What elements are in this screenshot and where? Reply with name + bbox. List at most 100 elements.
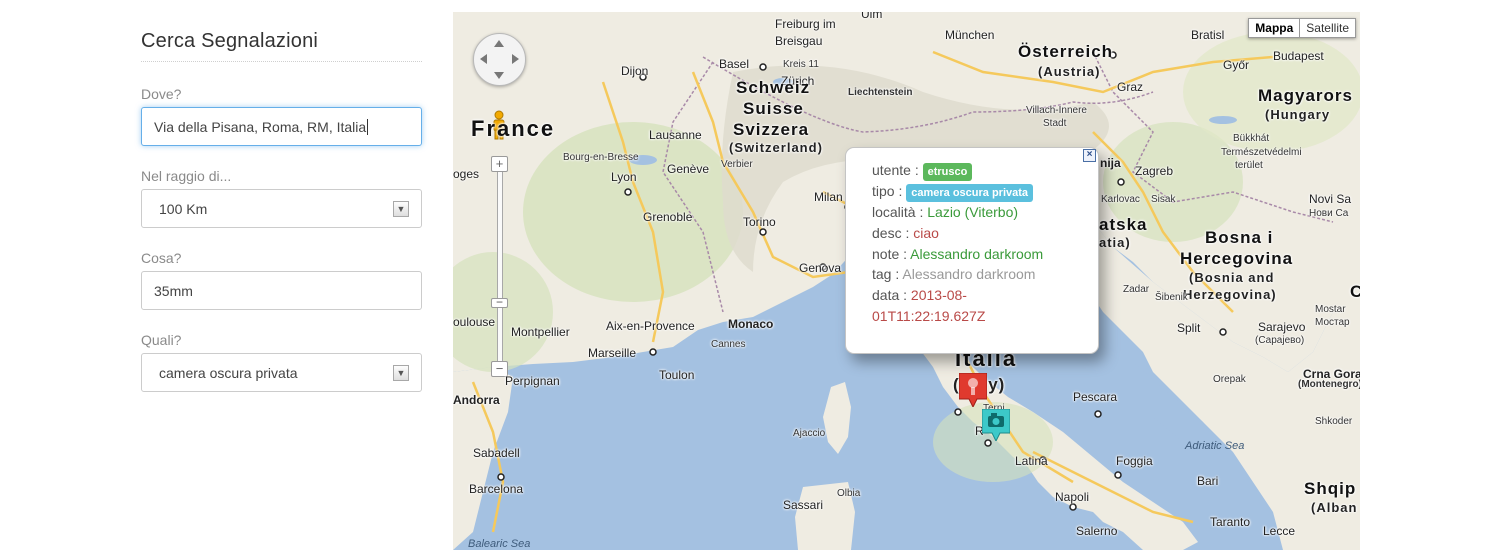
- map-label: Orepak: [1213, 374, 1246, 385]
- search-panel: Cerca Segnalazioni Dove? Via della Pisan…: [141, 30, 422, 392]
- map-label: Bratisl: [1191, 28, 1225, 42]
- info-row-data: data : 2013-08-: [872, 285, 1098, 306]
- location-input-value: Via della Pisana, Roma, RM, Italia: [154, 118, 367, 135]
- info-key: data :: [872, 287, 908, 304]
- map-label: Magyarors: [1258, 86, 1353, 105]
- info-row-tipo: tipo : camera oscura privata: [872, 181, 1098, 202]
- info-key: note :: [872, 245, 908, 262]
- map-label: Toulon: [659, 368, 695, 382]
- map-label: Dijon: [621, 64, 649, 78]
- map-label: (Montenegro): [1298, 379, 1360, 390]
- map-label: C: [1350, 282, 1360, 301]
- raggio-label: Nel raggio di...: [141, 168, 232, 184]
- quali-label: Quali?: [141, 332, 182, 348]
- map-label: Split: [1177, 321, 1201, 335]
- map-label: Basel: [719, 57, 750, 71]
- map-label: terület: [1235, 160, 1263, 171]
- map-type-satellite-button[interactable]: Satellite: [1300, 18, 1356, 38]
- map-label: Napoli: [1055, 490, 1090, 504]
- close-icon[interactable]: ×: [1083, 149, 1096, 162]
- map-label: Perpignan: [505, 374, 560, 388]
- map-label: oulouse: [453, 315, 496, 329]
- map-label: (Сарајево): [1255, 335, 1305, 346]
- map-canvas[interactable]: + − − Mappa Satellite Ulm München Freibu…: [453, 12, 1360, 550]
- info-key: desc :: [872, 224, 910, 241]
- zoom-slider-track[interactable]: [497, 162, 503, 370]
- map-type-mappa-button[interactable]: Mappa: [1248, 18, 1301, 38]
- text-caret: [367, 118, 369, 135]
- info-key: località :: [872, 204, 924, 220]
- chevron-down-icon[interactable]: ▼: [393, 200, 409, 217]
- map-label: Cannes: [711, 339, 746, 350]
- map-label: Latina: [1015, 454, 1048, 468]
- map-label: Liechtenstein: [848, 87, 913, 98]
- map-label: Adriatic Sea: [1185, 440, 1245, 452]
- chevron-down-icon[interactable]: ▼: [393, 364, 409, 381]
- cosa-label: Cosa?: [141, 250, 182, 266]
- map-label: France: [471, 116, 556, 141]
- map-label: Lausanne: [649, 128, 702, 142]
- map-label: Foggia: [1116, 454, 1153, 468]
- panel-title: Cerca Segnalazioni: [141, 30, 422, 62]
- map-label: Österreich: [1018, 42, 1114, 61]
- dove-label: Dove?: [141, 86, 182, 102]
- map-label: Hercegovina: [1180, 249, 1294, 268]
- map-type-control: Mappa Satellite: [1248, 18, 1356, 38]
- info-value: Alessandro darkroom: [910, 245, 1044, 262]
- camera-marker-icon[interactable]: [982, 409, 1010, 441]
- map-label: Stadt: [1043, 118, 1067, 129]
- map-label: Milan: [814, 190, 843, 204]
- map-label: Taranto: [1210, 515, 1251, 529]
- zoom-slider-handle[interactable]: −: [491, 296, 508, 308]
- info-row-desc: desc : ciao: [872, 223, 1098, 244]
- map-label: Zadar: [1123, 284, 1150, 295]
- map-label: Andorra: [453, 393, 500, 407]
- info-value: Alessandro darkroom: [902, 266, 1036, 283]
- red-marker-icon[interactable]: [959, 373, 987, 407]
- map-label: Šibenik: [1155, 292, 1188, 303]
- map-label: Novi Sa: [1309, 192, 1352, 206]
- info-row-data-cont: 01T11:22:19.627Z: [872, 306, 1098, 327]
- map-label: Kreis 11: [783, 59, 819, 70]
- map-label: Torino: [743, 215, 776, 229]
- info-key: utente :: [872, 162, 919, 178]
- map-label: Zagreb: [1135, 164, 1174, 178]
- map-label: Suisse: [743, 99, 804, 118]
- map-label: Budapest: [1273, 49, 1324, 63]
- map-label: Ajaccio: [793, 428, 826, 439]
- map-label: Olbia: [837, 488, 861, 499]
- map-label: (Hungary: [1265, 107, 1331, 122]
- radius-select[interactable]: 100 Km ▼: [141, 189, 422, 228]
- radius-select-value: 100 Km: [159, 200, 208, 217]
- map-label: Karlovac: [1101, 194, 1140, 205]
- info-row-utente: utente : etrusco: [872, 160, 1098, 181]
- info-value: Lazio (Viterbo): [927, 204, 1019, 220]
- map-label: Természetvédelmi: [1221, 147, 1302, 158]
- map-label: nija: [1100, 156, 1121, 170]
- map-label: Aix-en-Provence: [606, 319, 695, 333]
- pan-control[interactable]: [473, 33, 526, 86]
- map-label: Villach-Innere: [1026, 105, 1087, 116]
- map-label: Bourg-en-Bresse: [563, 152, 639, 163]
- map-label: Lecce: [1263, 524, 1296, 538]
- map-label: Mostar: [1315, 304, 1346, 315]
- type-badge: camera oscura privata: [906, 184, 1034, 202]
- map-label: Freiburg im: [775, 17, 836, 31]
- map-label: Sarajevo: [1258, 320, 1306, 334]
- zoom-in-button[interactable]: +: [491, 156, 508, 172]
- location-input[interactable]: Via della Pisana, Roma, RM, Italia: [141, 107, 422, 146]
- map-label: oges: [453, 167, 480, 181]
- map-label: Győr: [1223, 58, 1250, 72]
- map-label: Graz: [1117, 80, 1144, 94]
- keyword-input[interactable]: 35mm: [141, 271, 422, 310]
- map-label: Genova: [799, 261, 842, 275]
- map-label: Barcelona: [469, 482, 524, 496]
- map-label: Grenoble: [643, 210, 693, 224]
- type-select[interactable]: camera oscura privata ▼: [141, 353, 422, 392]
- info-row-note: note : Alessandro darkroom: [872, 244, 1098, 265]
- info-value: 01T11:22:19.627Z: [872, 307, 986, 324]
- map-label: (Switzerland): [729, 140, 823, 155]
- map-label: Shqip: [1304, 479, 1357, 498]
- map-label: Svizzera: [733, 120, 810, 139]
- map-label: Ulm: [861, 12, 883, 21]
